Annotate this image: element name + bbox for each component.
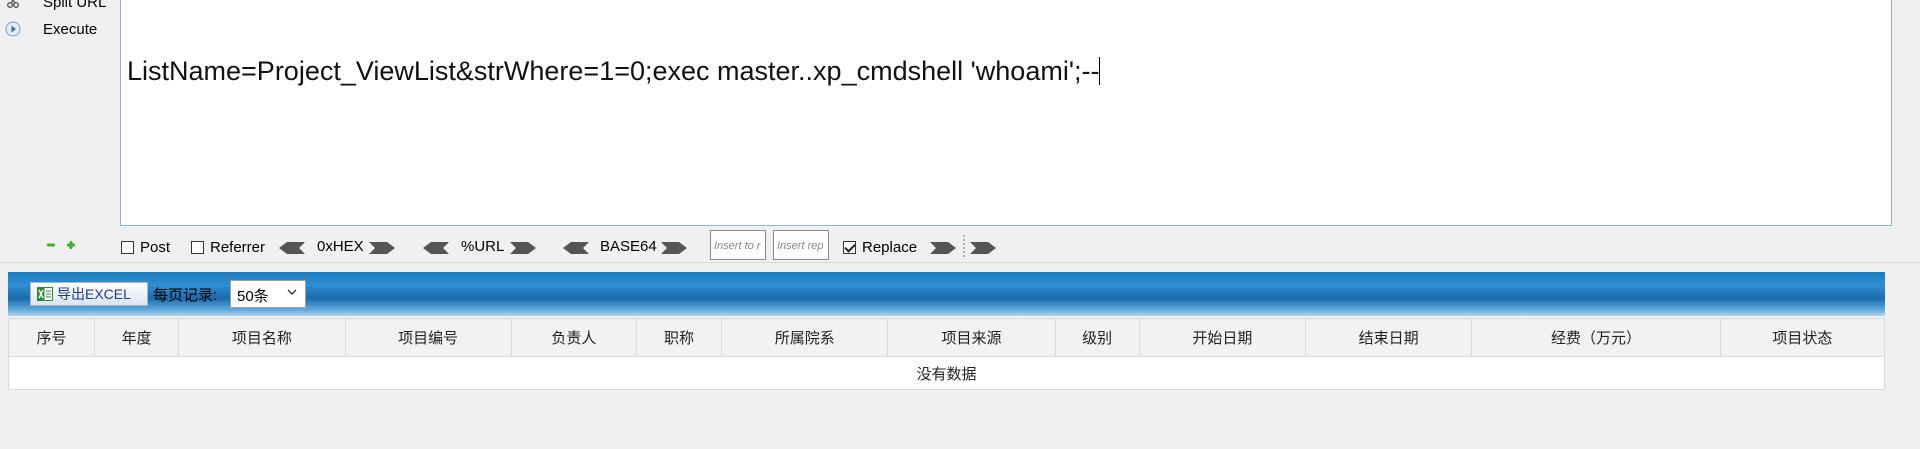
post-label: Post <box>140 239 171 256</box>
column-header[interactable]: 负责人 <box>510 318 637 357</box>
column-header[interactable]: 项目编号 <box>344 318 512 357</box>
post-checkbox-box[interactable] <box>121 241 134 254</box>
column-header[interactable]: 序号 <box>7 318 96 357</box>
split-url-button[interactable]: Split URL <box>0 0 118 14</box>
replace-right-arrow-icon[interactable] <box>930 241 956 255</box>
hex-decode-right-arrow-icon[interactable] <box>369 241 395 255</box>
hackbar-toolbar: Post Referrer 0xHEX %URL BASE64 Replace <box>0 232 1920 260</box>
export-excel-label: 导出EXCEL <box>57 286 131 302</box>
chevron-down-icon <box>287 289 297 295</box>
replace-all-right-arrow-icon[interactable] <box>970 241 996 255</box>
per-page-label: 每页记录: <box>153 287 218 304</box>
url-text-line: ListName=Project_ViewList&strWhere=1=0;e… <box>127 56 1100 86</box>
table-header-row: 序号 年度 项目名称 项目编号 负责人 职称 所属院系 项目来源 级别 开始日期… <box>7 318 1886 357</box>
column-header[interactable]: 项目状态 <box>1719 318 1886 357</box>
empty-row: 没有数据 <box>8 356 1885 390</box>
hackbar-panel: Split URL Execute ListName=Project_ViewL… <box>0 0 1920 262</box>
play-icon <box>5 21 21 37</box>
column-header[interactable]: 级别 <box>1054 318 1140 357</box>
empty-message: 没有数据 <box>8 356 1885 390</box>
execute-button[interactable]: Execute <box>0 17 118 41</box>
url-encode-left-arrow-icon[interactable] <box>423 241 449 255</box>
split-url-label: Split URL <box>43 0 107 11</box>
scissors-icon <box>5 0 21 10</box>
column-header[interactable]: 经费（万元） <box>1471 318 1721 357</box>
per-page-select[interactable]: 50条 <box>230 280 306 308</box>
base64-label: BASE64 <box>600 238 657 255</box>
project-table: 序号 年度 项目名称 项目编号 负责人 职称 所属院系 项目来源 级别 开始日期… <box>7 318 1886 390</box>
hex-label: 0xHEX <box>317 238 364 255</box>
url-textarea[interactable]: ListName=Project_ViewList&strWhere=1=0;e… <box>120 0 1892 226</box>
base64-decode-right-arrow-icon[interactable] <box>661 241 687 255</box>
insert-to-input[interactable]: Insert to r <box>710 230 766 260</box>
text-caret <box>1099 57 1101 85</box>
execute-label: Execute <box>43 20 98 38</box>
url-decode-right-arrow-icon[interactable] <box>510 241 536 255</box>
column-header[interactable]: 结束日期 <box>1305 318 1473 357</box>
base64-encode-left-arrow-icon[interactable] <box>563 241 589 255</box>
hex-encode-left-arrow-icon[interactable] <box>279 241 305 255</box>
column-header[interactable]: 项目名称 <box>178 318 346 357</box>
insert-replace-input[interactable]: Insert rep <box>773 230 829 260</box>
column-header[interactable]: 项目来源 <box>887 318 1056 357</box>
panel-divider <box>0 262 1920 263</box>
export-excel-button[interactable]: 导出EXCEL <box>30 282 148 306</box>
column-header[interactable]: 职称 <box>635 318 723 357</box>
minus-icon[interactable] <box>46 240 56 250</box>
grid-toolbar: 导出EXCEL 每页记录: 50条 <box>8 272 1885 316</box>
column-header[interactable]: 年度 <box>94 318 180 357</box>
referrer-checkbox-box[interactable] <box>191 241 204 254</box>
per-page-value: 50条 <box>237 288 269 305</box>
post-checkbox[interactable]: Post <box>121 239 170 256</box>
referrer-label: Referrer <box>210 239 266 256</box>
replace-checkbox[interactable]: Replace <box>843 239 917 256</box>
url-encode-label: %URL <box>461 238 505 255</box>
replace-label: Replace <box>862 239 918 256</box>
plus-icon[interactable] <box>66 240 76 250</box>
column-header[interactable]: 所属院系 <box>721 318 889 357</box>
excel-icon <box>37 287 53 301</box>
replace-checkbox-box[interactable] <box>843 241 856 254</box>
toolbar-divider <box>963 235 965 257</box>
referrer-checkbox[interactable]: Referrer <box>191 239 265 256</box>
column-header[interactable]: 开始日期 <box>1138 318 1307 357</box>
